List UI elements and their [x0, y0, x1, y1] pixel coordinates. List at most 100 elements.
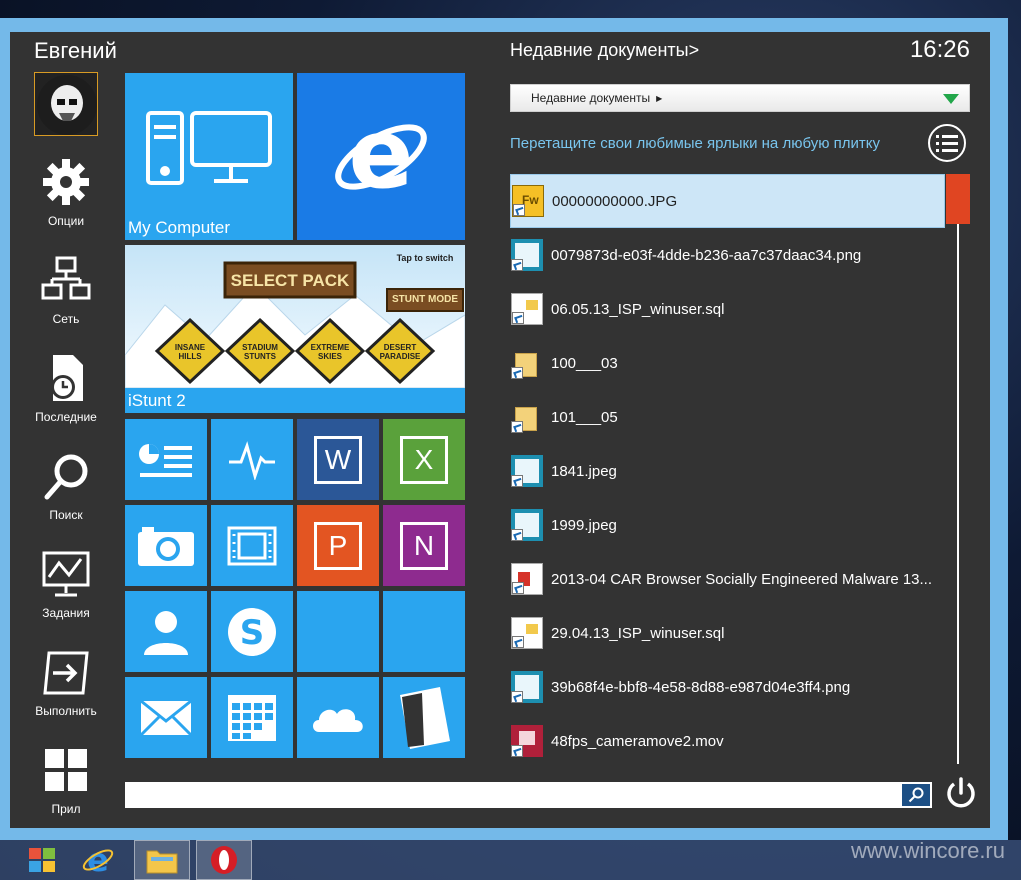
- list-item[interactable]: 06.05.13_ISP_winuser.sql: [510, 282, 945, 336]
- scrollbar-track[interactable]: [957, 174, 959, 764]
- tile-video[interactable]: [211, 505, 293, 586]
- sql-file-icon: [511, 617, 543, 649]
- opera-icon: [211, 846, 237, 874]
- list-item[interactable]: 1841.jpeg: [510, 444, 945, 498]
- fireworks-file-icon: Fw: [512, 185, 544, 217]
- sidebar-item-network[interactable]: Сеть: [30, 254, 102, 326]
- game-sign-label: STADIUM STUNTS: [242, 343, 278, 361]
- tile-istunt-2[interactable]: SELECT PACK Tap to switch STUNT MODE INS…: [125, 245, 465, 413]
- dropdown-value: Недавние документы: [531, 91, 651, 105]
- tile-internet-explorer[interactable]: e: [297, 73, 465, 240]
- list-item[interactable]: 100___03: [510, 336, 945, 390]
- tile-people[interactable]: [125, 591, 207, 672]
- sidebar-item-label: Последние: [35, 410, 97, 424]
- recent-document-icon: [30, 352, 102, 404]
- sidebar-item-options[interactable]: Опции: [30, 156, 102, 228]
- sidebar-item-label: Задания: [42, 606, 90, 620]
- file-name: 2013-04 CAR Browser Socially Engineered …: [551, 570, 933, 588]
- mail-icon: [125, 677, 207, 758]
- calendar-icon: [211, 677, 293, 758]
- file-name: 29.04.13_ISP_winuser.sql: [551, 624, 725, 642]
- list-item[interactable]: 2013-04 CAR Browser Socially Engineered …: [510, 552, 945, 606]
- tile-health[interactable]: [211, 419, 293, 500]
- start-menu: Евгений Опции Сеть Последние Поиск Задан…: [10, 32, 990, 828]
- recent-documents-title[interactable]: Недавние документы>: [510, 40, 699, 61]
- sidebar-item-label: Выполнить: [35, 704, 97, 718]
- taskbar-file-explorer[interactable]: [134, 840, 190, 880]
- computer-icon: [125, 73, 293, 220]
- game-sign-label: DESERT PARADISE: [379, 343, 421, 361]
- taskbar-opera[interactable]: [196, 840, 252, 880]
- file-name: 48fps_cameramove2.mov: [551, 732, 724, 750]
- tile-skype[interactable]: S: [211, 591, 293, 672]
- tile-camera[interactable]: [125, 505, 207, 586]
- onenote-icon: N: [383, 505, 465, 586]
- pulse-icon: [211, 419, 293, 500]
- list-item[interactable]: 1999.jpeg: [510, 498, 945, 552]
- taskbar-internet-explorer[interactable]: e: [70, 840, 126, 880]
- scrollbar-thumb[interactable]: [946, 174, 970, 224]
- sql-file-icon: [511, 293, 543, 325]
- list-item[interactable]: 29.04.13_ISP_winuser.sql: [510, 606, 945, 660]
- start-button[interactable]: [14, 840, 70, 880]
- svg-text:S: S: [240, 613, 265, 653]
- word-icon: W: [297, 419, 379, 500]
- svg-text:e: e: [87, 843, 109, 877]
- tile-calendar[interactable]: [211, 677, 293, 758]
- tile-powerpoint[interactable]: P: [297, 505, 379, 586]
- list-item[interactable]: 101___05: [510, 390, 945, 444]
- sidebar-item-label: Поиск: [49, 508, 83, 522]
- file-name: 39b68f4e-bbf8-4e58-8d88-e987d04e3ff4.png: [551, 678, 851, 696]
- tile-empty[interactable]: [297, 591, 379, 672]
- image-file-icon: [511, 239, 543, 271]
- file-name: 06.05.13_ISP_winuser.sql: [551, 300, 725, 318]
- sidebar-item-run[interactable]: Выполнить: [30, 646, 102, 718]
- search-button[interactable]: [902, 784, 930, 806]
- user-name[interactable]: Евгений: [34, 38, 117, 64]
- tile-onenote[interactable]: N: [383, 505, 465, 586]
- apps-grid-icon: [30, 744, 102, 796]
- list-item[interactable]: 48fps_cameramove2.mov: [510, 714, 945, 768]
- reader-list-icon: [125, 419, 207, 500]
- video-file-icon: [511, 725, 543, 757]
- file-name: 100___03: [551, 354, 618, 372]
- search-bar: [125, 782, 932, 808]
- tile-empty[interactable]: [383, 591, 465, 672]
- pdf-file-icon: [511, 563, 543, 595]
- chevron-down-icon[interactable]: [943, 94, 959, 104]
- sidebar-item-label: Прил: [51, 802, 81, 816]
- tile-skydrive[interactable]: [297, 677, 379, 758]
- search-input[interactable]: [125, 782, 895, 808]
- list-item[interactable]: 39b68f4e-bbf8-4e58-8d88-e987d04e3ff4.png: [510, 660, 945, 714]
- avatar[interactable]: [34, 72, 98, 136]
- tile-mail[interactable]: [125, 677, 207, 758]
- tile-reader-app[interactable]: [383, 677, 465, 758]
- game-sign-label: INSANE HILLS: [174, 343, 206, 361]
- camera-icon: [125, 505, 207, 586]
- sidebar-item-search[interactable]: Поиск: [30, 450, 102, 522]
- cloud-icon: [297, 677, 379, 758]
- reader-app-icon: [383, 677, 465, 758]
- network-icon: [30, 254, 102, 306]
- game-sign-label: EXTREME SKIES: [310, 343, 350, 361]
- folder-icon: [511, 401, 543, 433]
- tile-reader[interactable]: [125, 419, 207, 500]
- sidebar-item-apps[interactable]: Прил: [30, 744, 102, 816]
- recent-files-list: Fw 00000000000.JPG 0079873d-e03f-4dde-b2…: [510, 174, 945, 768]
- list-item[interactable]: 0079873d-e03f-4dde-b236-aa7c37daac34.png: [510, 228, 945, 282]
- image-file-icon: [511, 509, 543, 541]
- svg-text:e: e: [348, 107, 413, 207]
- sidebar-item-tasks[interactable]: Задания: [30, 548, 102, 620]
- excel-icon: X: [383, 419, 465, 500]
- film-icon: [211, 505, 293, 586]
- powerpoint-icon: P: [297, 505, 379, 586]
- sidebar-item-recent[interactable]: Последние: [30, 352, 102, 424]
- list-view-button[interactable]: [928, 124, 966, 162]
- tile-word[interactable]: W: [297, 419, 379, 500]
- image-file-icon: [511, 671, 543, 703]
- power-button[interactable]: [944, 776, 978, 810]
- list-item[interactable]: Fw 00000000000.JPG: [510, 174, 945, 228]
- tile-excel[interactable]: X: [383, 419, 465, 500]
- recent-documents-dropdown[interactable]: Недавние документы ▶: [510, 84, 970, 112]
- tile-my-computer[interactable]: My Computer: [125, 73, 293, 240]
